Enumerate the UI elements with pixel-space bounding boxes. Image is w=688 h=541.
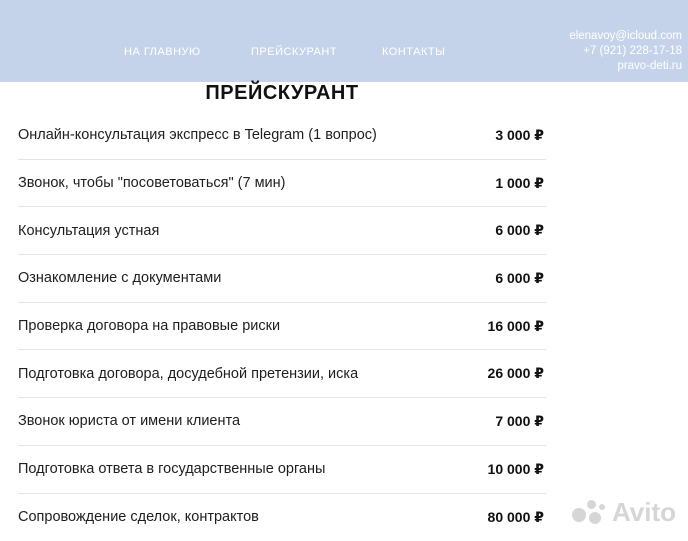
service-price: 10 000 ₽ (488, 461, 546, 478)
service-price: 6 000 ₽ (495, 270, 546, 287)
site-header: НА ГЛАВНУЮ ПРЕЙСКУРАНТ КОНТАКТЫ elenavoy… (0, 0, 688, 82)
contact-email[interactable]: elenavoy@icloud.com (569, 29, 682, 44)
header-contacts: elenavoy@icloud.com +7 (921) 228-17-18 p… (569, 29, 682, 74)
price-row: Подготовка договора, досудебной претензи… (18, 350, 546, 398)
service-name: Сопровождение сделок, контрактов (18, 509, 259, 525)
service-name: Подготовка ответа в государственные орга… (18, 461, 325, 477)
price-row: Подготовка ответа в государственные орга… (18, 446, 546, 494)
price-list: Онлайн-консультация экспресс в Telegram … (18, 112, 546, 541)
nav-link-home[interactable]: НА ГЛАВНУЮ (124, 46, 201, 58)
service-name: Звонок юриста от имени клиента (18, 413, 240, 429)
nav-link-pricelist[interactable]: ПРЕЙСКУРАНТ (251, 46, 337, 58)
nav-link-contacts[interactable]: КОНТАКТЫ (382, 46, 445, 58)
service-price: 6 000 ₽ (495, 222, 546, 239)
price-row: Проверка договора на правовые риски 16 0… (18, 303, 546, 351)
avito-logo-icon (572, 500, 606, 526)
price-row: Сопровождение сделок, контрактов 80 000 … (18, 494, 546, 541)
service-name: Онлайн-консультация экспресс в Telegram … (18, 127, 377, 143)
service-price: 3 000 ₽ (495, 127, 546, 144)
service-name: Звонок, чтобы "посоветоваться" (7 мин) (18, 175, 285, 191)
service-name: Подготовка договора, досудебной претензи… (18, 366, 358, 382)
service-name: Ознакомление с документами (18, 270, 221, 286)
service-price: 26 000 ₽ (488, 365, 546, 382)
watermark-text: Avito (612, 497, 676, 528)
service-name: Консультация устная (18, 223, 159, 239)
service-price: 1 000 ₽ (495, 175, 546, 192)
service-name: Проверка договора на правовые риски (18, 318, 280, 334)
contact-site[interactable]: pravo-deti.ru (569, 59, 682, 74)
price-row: Консультация устная 6 000 ₽ (18, 207, 546, 255)
service-price: 16 000 ₽ (488, 318, 546, 335)
contact-phone[interactable]: +7 (921) 228-17-18 (569, 44, 682, 59)
service-price: 7 000 ₽ (495, 413, 546, 430)
avito-watermark: Avito (572, 497, 676, 528)
page-title: ПРЕЙСКУРАНТ (0, 82, 564, 105)
price-row: Ознакомление с документами 6 000 ₽ (18, 255, 546, 303)
price-row: Звонок, чтобы "посоветоваться" (7 мин) 1… (18, 160, 546, 208)
service-price: 80 000 ₽ (488, 509, 546, 526)
price-row: Онлайн-консультация экспресс в Telegram … (18, 112, 546, 160)
price-row: Звонок юриста от имени клиента 7 000 ₽ (18, 398, 546, 446)
